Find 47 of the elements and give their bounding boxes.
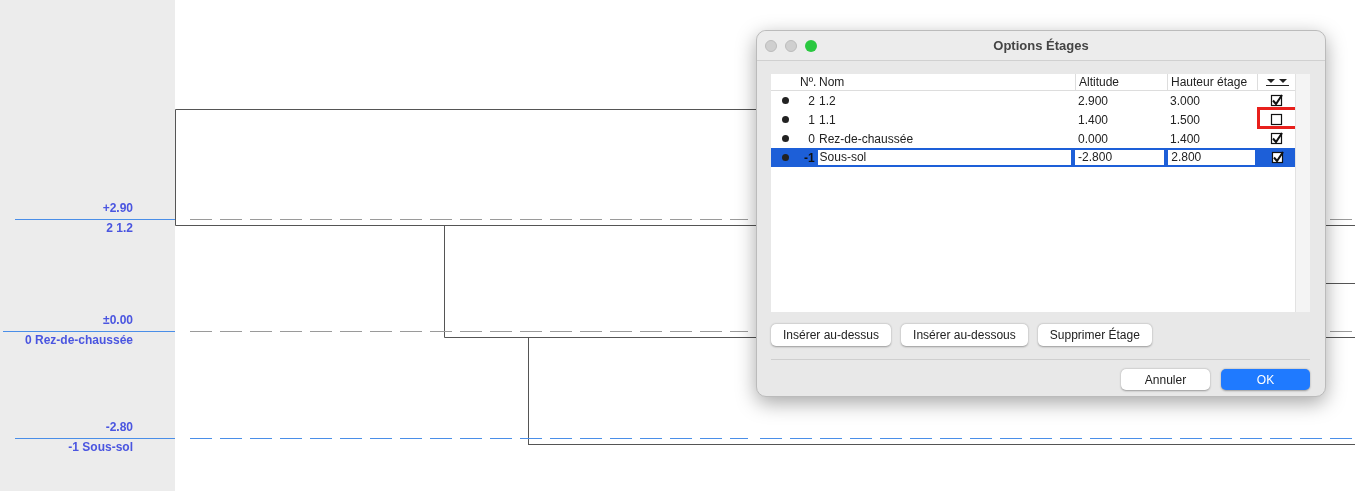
table-cell-text: -1 (802, 150, 816, 165)
column-header[interactable]: Hauteur étage (1167, 74, 1257, 90)
table-cell-text: 1.2 (818, 93, 837, 108)
table-cell-text: 2 (807, 93, 816, 108)
column-header[interactable]: Nº. (800, 74, 817, 90)
window-title: Options Étages (992, 38, 1090, 53)
table-cell-text: 2.900 (1077, 93, 1110, 108)
action-button[interactable]: Insérer au-dessous (901, 324, 1028, 346)
column-header[interactable]: Altitude (1075, 74, 1167, 90)
input-field[interactable]: -2.800 (1074, 149, 1166, 166)
table-cell-text: 1.1 (818, 112, 837, 127)
checkbox[interactable] (1269, 132, 1283, 145)
level-name: -1 Sous-sol (68, 440, 133, 454)
level-name: 2 1.2 (106, 221, 133, 235)
checkbox[interactable] (1269, 94, 1283, 107)
bullet-icon (781, 154, 789, 161)
table-row[interactable]: 2 1.2 2.900 3.000 (771, 91, 1296, 110)
bullet-icon (782, 135, 789, 142)
table-cell-text: 1.400 (1169, 131, 1202, 146)
input-field[interactable]: 2.800 (1167, 149, 1257, 166)
section-line (1325, 283, 1355, 284)
checkbox[interactable] (1270, 151, 1284, 164)
table-cell-text: 1.400 (1077, 112, 1110, 127)
table-cell-text: Rez-de-chaussée (818, 131, 915, 146)
action-button[interactable]: Supprimer Étage (1037, 324, 1152, 346)
bullet-icon (782, 116, 789, 123)
table-cell-text: 1 (807, 112, 816, 127)
action-button[interactable]: Insérer au-dessus (771, 324, 892, 346)
bullet-icon (782, 97, 789, 104)
table-cell-text: 3.000 (1169, 93, 1202, 108)
triangles-icon[interactable] (1265, 77, 1289, 87)
elevation-label: -2.80 (105, 420, 133, 434)
elevation-label: ±0.00 (103, 313, 133, 327)
table-row[interactable]: -1 Sous-sol -2.800 2.800 (771, 148, 1296, 167)
section-line (1325, 337, 1355, 338)
table-cell-text: 0 (807, 131, 816, 146)
elevation-label: +2.90 (102, 201, 133, 215)
table-cell-text: 1.500 (1169, 112, 1202, 127)
table-cell-text: 0.000 (1077, 131, 1110, 146)
checkbox[interactable] (1269, 113, 1283, 126)
level-name: 0 Rez-de-chaussée (24, 333, 133, 347)
section-line (1325, 225, 1355, 226)
column-header[interactable]: Nom (817, 74, 1075, 90)
cancel-button[interactable]: Annuler (1121, 369, 1210, 390)
table-row[interactable]: 0 Rez-de-chaussée 0.000 1.400 (771, 129, 1296, 148)
ok-button[interactable]: OK (1221, 369, 1310, 390)
input-field[interactable]: Sous-sol (816, 149, 1073, 166)
